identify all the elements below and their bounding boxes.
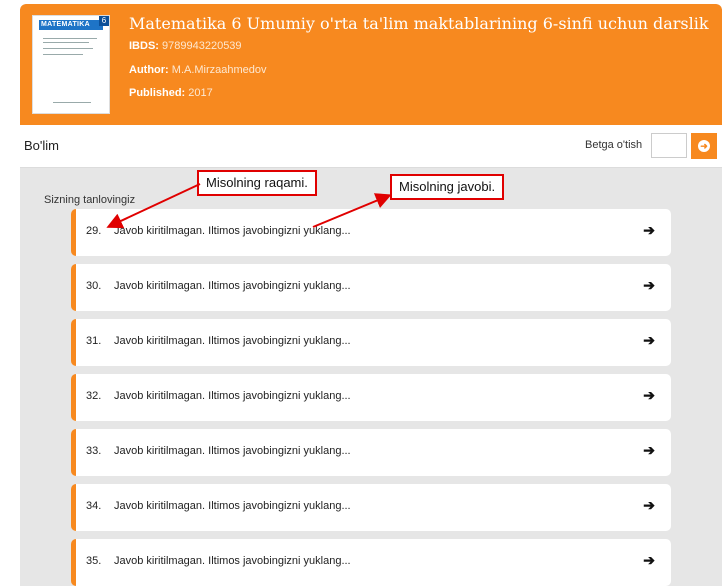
answer-list-item[interactable]: 29. Javob kiritilmagan. Iltimos javobingi… [71,209,671,256]
book-author: Author: M.A.Mirzaahmedov [129,64,267,76]
book-ibds: IBDS: 9789943220539 [129,40,242,52]
answer-list-item[interactable]: 33. Javob kiritilmagan. Iltimos javobingi… [71,429,671,476]
item-number: 31. [86,335,102,347]
item-answer-text: Javob kiritilmagan. Iltimos javobingizni… [114,390,351,402]
arrow-circle-right-icon: ➜ [698,140,710,152]
item-number: 32. [86,390,102,402]
answer-list-item[interactable]: 35. Javob kiritilmagan. Iltimos javobingi… [71,539,671,586]
section-title: Bo'lim [24,138,59,153]
answer-list-item[interactable]: 34. Javob kiritilmagan. Iltimos javobingi… [71,484,671,531]
goto-page-label: Betga o'tish [585,139,643,151]
item-answer-text: Javob kiritilmagan. Iltimos javobingizni… [114,280,351,292]
author-value: M.A.Mirzaahmedov [171,64,267,76]
item-answer-text: Javob kiritilmagan. Iltimos javobingizni… [114,555,351,567]
arrow-right-icon[interactable]: ➔ [643,332,655,349]
book-cover-image: MATEMATIKA 6 [32,15,110,114]
book-header: MATEMATIKA 6 Matematika 6 Umumiy o'rta t… [20,4,722,125]
book-page: MATEMATIKA 6 Matematika 6 Umumiy o'rta t… [20,4,722,586]
cover-number: 6 [99,16,109,26]
arrow-right-icon[interactable]: ➔ [643,277,655,294]
section-bar: Bo'lim Betga o'tish ➜ [20,125,722,168]
goto-page-input[interactable] [651,133,687,158]
ibds-value: 9789943220539 [162,40,242,52]
author-label: Author: [129,64,169,76]
arrow-right-icon[interactable]: ➔ [643,552,655,569]
goto-page-button[interactable]: ➜ [691,133,717,159]
arrow-right-icon[interactable]: ➔ [643,387,655,404]
item-number: 33. [86,445,102,457]
item-number: 30. [86,280,102,292]
published-value: 2017 [188,87,213,99]
arrow-right-icon[interactable]: ➔ [643,497,655,514]
book-published: Published: 2017 [129,87,213,99]
ibds-label: IBDS: [129,40,159,52]
answer-list-item[interactable]: 30. Javob kiritilmagan. Iltimos javobingi… [71,264,671,311]
number-callout: Misolning raqami. [197,170,317,196]
book-title: Matematika 6 Umumiy o'rta ta'lim maktabl… [129,14,709,33]
arrow-right-icon[interactable]: ➔ [643,222,655,239]
item-answer-text: Javob kiritilmagan. Iltimos javobingizni… [114,500,351,512]
item-number: 34. [86,500,102,512]
item-number: 35. [86,555,102,567]
item-answer-text: Javob kiritilmagan. Iltimos javobingizni… [114,225,351,237]
published-label: Published: [129,87,186,99]
arrow-right-icon[interactable]: ➔ [643,442,655,459]
answer-callout: Misolning javobi. [390,174,505,200]
item-answer-text: Javob kiritilmagan. Iltimos javobingizni… [114,335,351,347]
item-number: 29. [86,225,102,237]
cover-brand: MATEMATIKA [39,20,103,30]
item-answer-text: Javob kiritilmagan. Iltimos javobingizni… [114,445,351,457]
answer-list-item[interactable]: 31. Javob kiritilmagan. Iltimos javobingi… [71,319,671,366]
choices-label: Sizning tanlovingiz [44,194,136,206]
answer-list-item[interactable]: 32. Javob kiritilmagan. Iltimos javobingi… [71,374,671,421]
